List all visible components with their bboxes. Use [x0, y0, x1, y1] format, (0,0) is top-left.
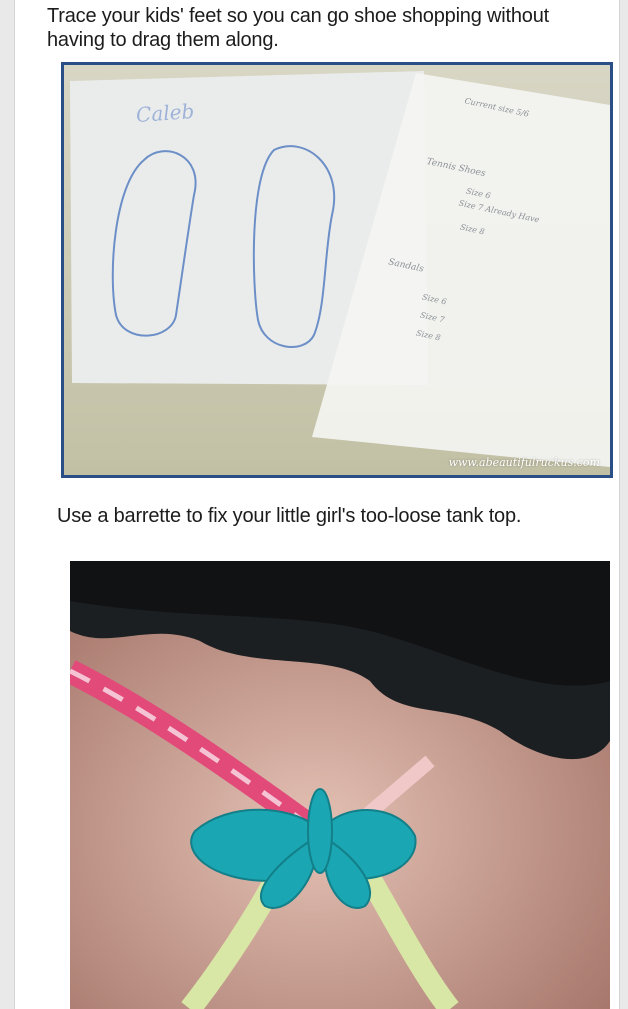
- watermark: www.abeautifulruckus.com: [448, 456, 600, 469]
- tip-caption-2: Use a barrette to fix your little girl's…: [57, 505, 522, 527]
- tip-caption-1: Trace your kids' feet so you can go shoe…: [47, 5, 549, 51]
- handwritten-name: Caleb: [135, 98, 196, 128]
- post-sheet: Trace your kids' feet so you can go shoe…: [14, 0, 620, 1009]
- barrette-photo: [70, 561, 610, 1009]
- traced-feet-photo: Caleb Current size 5/6 Tennis Shoes Size…: [61, 62, 613, 478]
